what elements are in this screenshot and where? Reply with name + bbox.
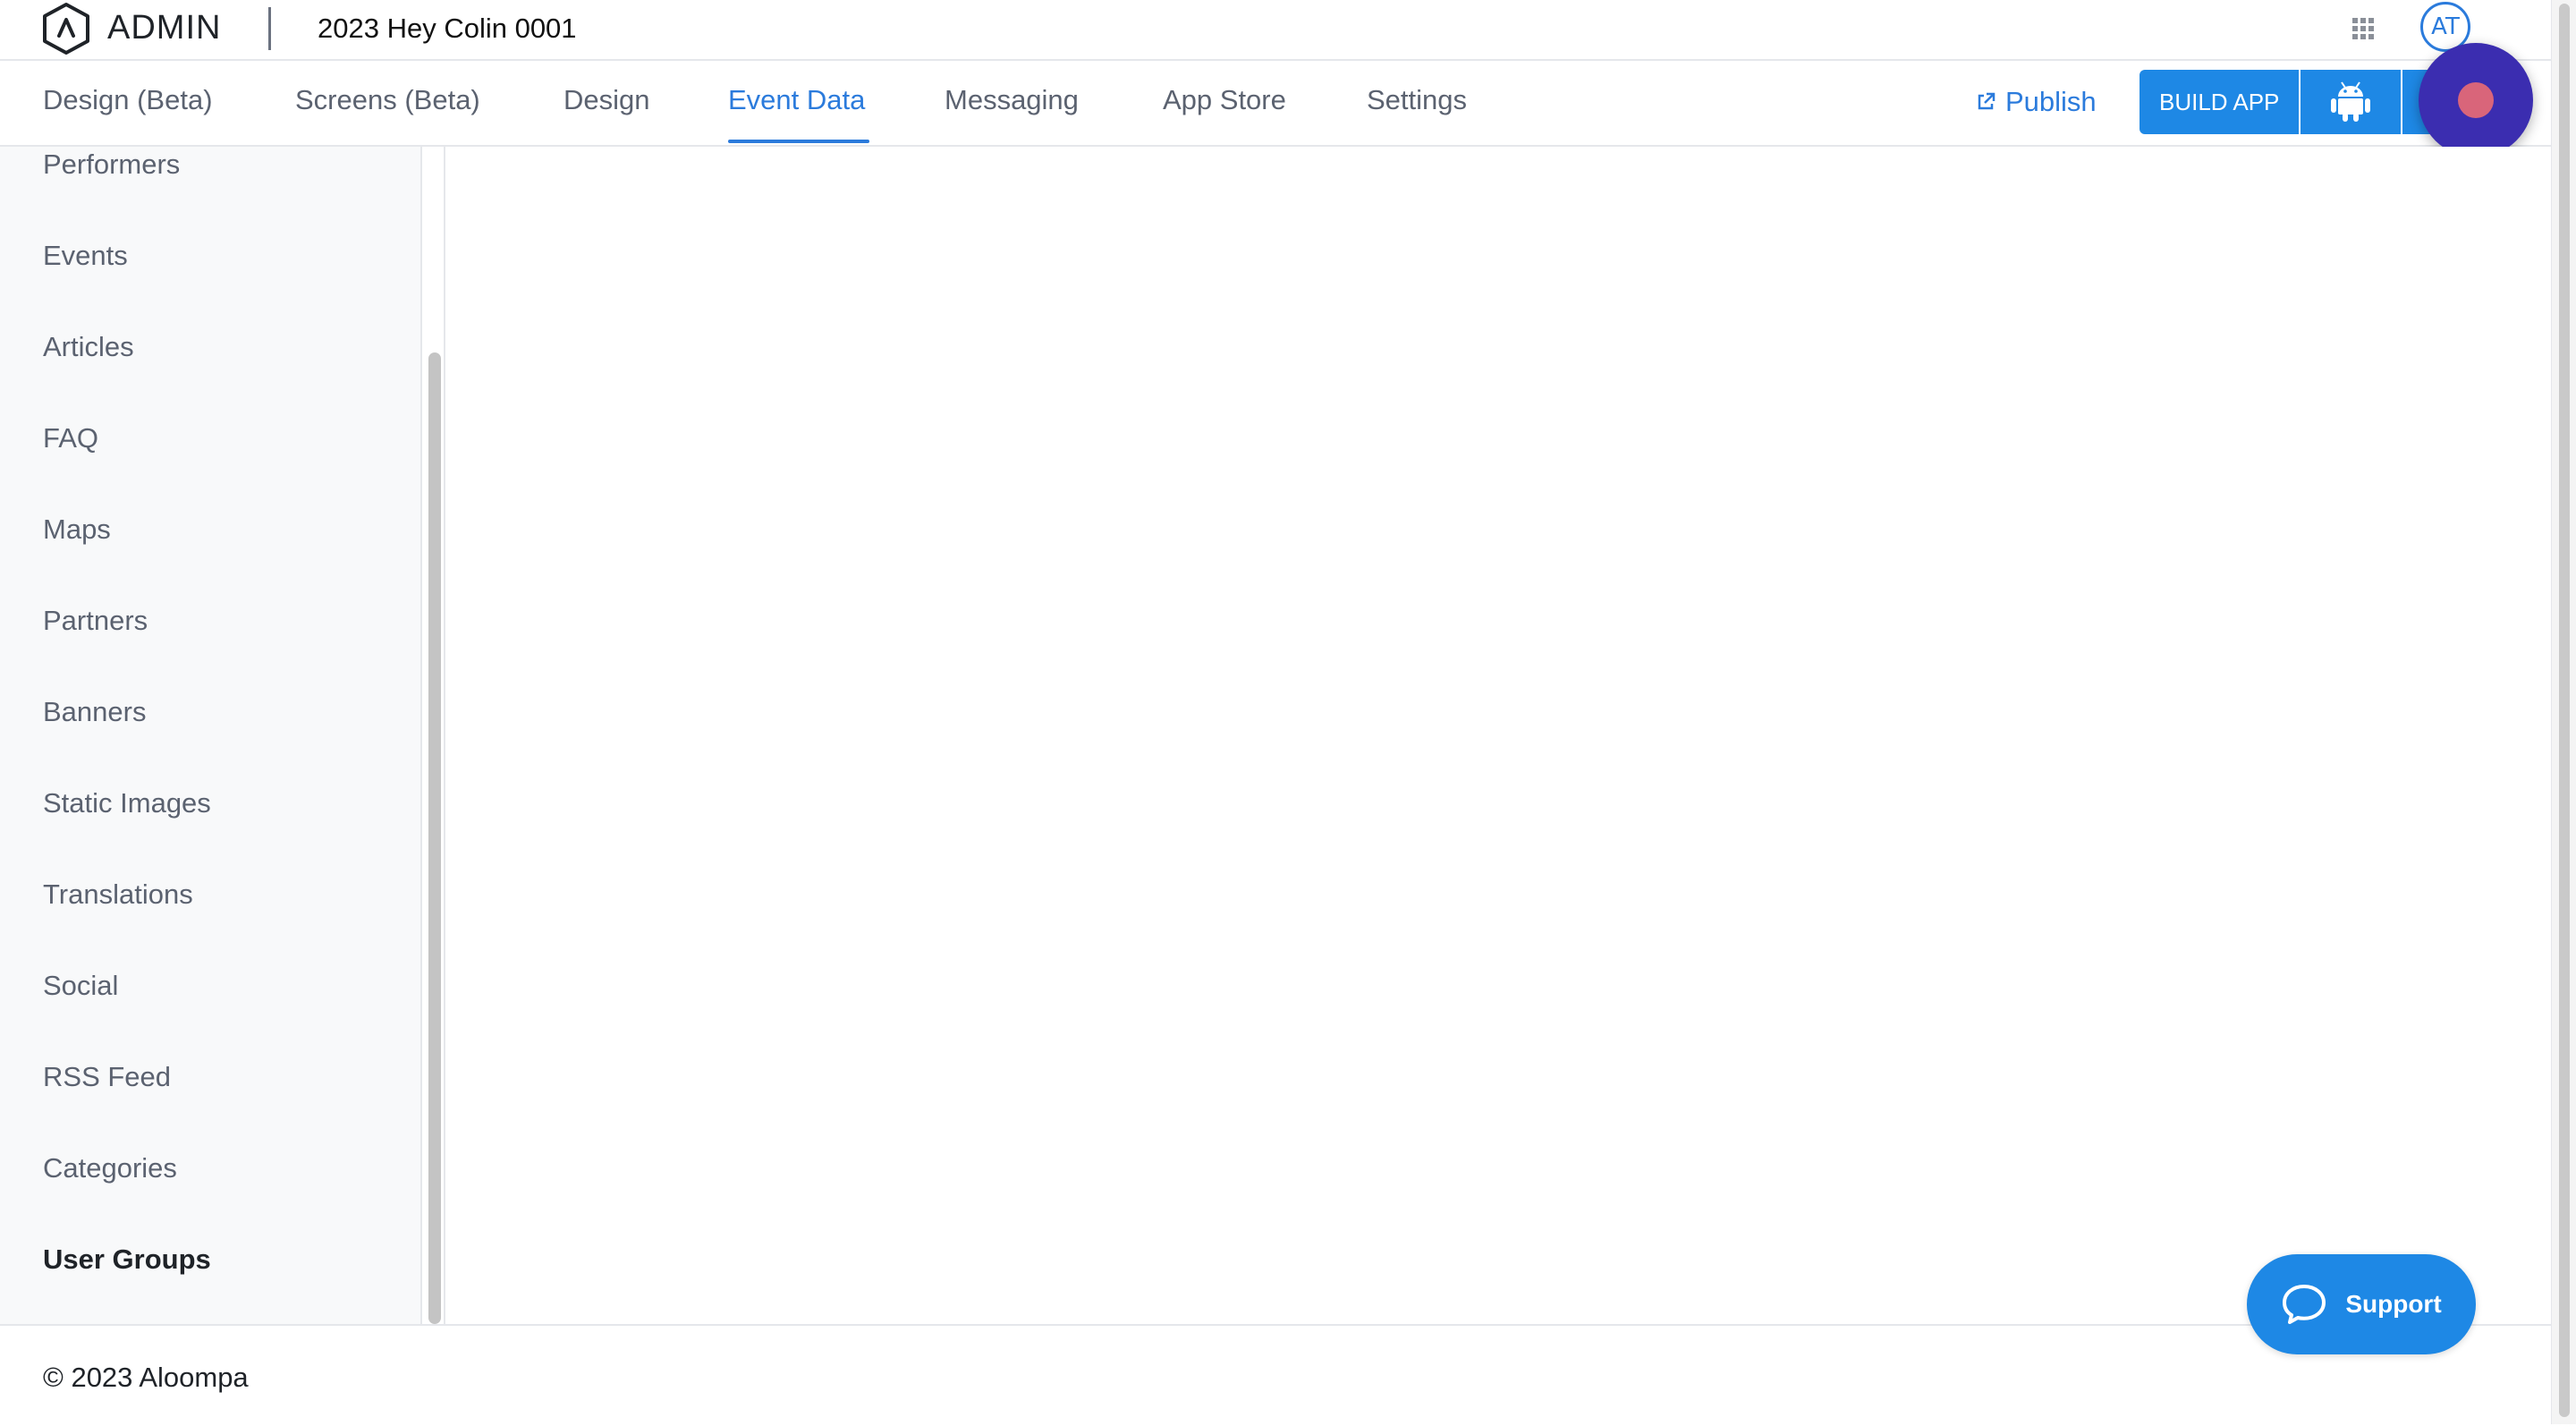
tab-settings[interactable]: Settings xyxy=(1367,84,1467,116)
tab-messaging[interactable]: Messaging xyxy=(945,84,1079,116)
tab-event-data[interactable]: Event Data xyxy=(728,84,865,116)
record-icon xyxy=(2458,82,2494,118)
page-scrollbar[interactable] xyxy=(2551,0,2576,1424)
brand-name: ADMIN xyxy=(107,9,222,47)
hex-logo-icon[interactable] xyxy=(39,2,93,55)
android-icon xyxy=(2331,81,2371,122)
record-button[interactable] xyxy=(2419,43,2533,157)
active-tab-indicator xyxy=(728,140,869,143)
support-label: Support xyxy=(2345,1290,2442,1318)
build-android-button[interactable] xyxy=(2301,70,2402,134)
top-bar: ADMIN 2023 Hey Colin 0001 AT xyxy=(0,0,2551,61)
sidebar-item-translations[interactable]: Translations xyxy=(43,879,193,911)
support-button[interactable]: Support xyxy=(2247,1254,2476,1354)
build-app-button[interactable]: BUILD APP xyxy=(2140,70,2300,134)
publish-label: Publish xyxy=(2005,86,2097,117)
sidebar-item-user-groups[interactable]: User Groups xyxy=(43,1244,211,1276)
tab-design-beta[interactable]: Design (Beta) xyxy=(43,84,213,116)
footer: © 2023 Aloompa xyxy=(0,1324,2551,1426)
main-content xyxy=(445,147,2551,1324)
sidebar-item-articles[interactable]: Articles xyxy=(43,331,134,363)
sidebar-item-maps[interactable]: Maps xyxy=(43,514,111,546)
sidebar-item-static-images[interactable]: Static Images xyxy=(43,787,211,819)
apps-grid-icon[interactable] xyxy=(2351,16,2376,41)
sidebar-item-categories[interactable]: Categories xyxy=(43,1152,177,1184)
sidebar-item-social[interactable]: Social xyxy=(43,970,118,1002)
sidebar-item-faq[interactable]: FAQ xyxy=(43,422,98,454)
sidebar-item-performers[interactable]: Performers xyxy=(43,149,180,181)
publish-link[interactable]: Publish xyxy=(1975,86,2097,118)
copyright-text: © 2023 Aloompa xyxy=(43,1362,249,1393)
sidebar: Performers Events Articles FAQ Maps Part… xyxy=(0,147,422,1324)
project-title: 2023 Hey Colin 0001 xyxy=(318,13,577,44)
sidebar-item-banners[interactable]: Banners xyxy=(43,696,146,728)
tab-screens-beta[interactable]: Screens (Beta) xyxy=(295,84,480,116)
sidebar-scrollbar-thumb[interactable] xyxy=(428,352,441,1324)
chat-bubble-icon xyxy=(2283,1285,2326,1324)
tab-design[interactable]: Design xyxy=(564,84,650,116)
brand-divider xyxy=(268,7,271,50)
main-nav: Design (Beta) Screens (Beta) Design Even… xyxy=(0,61,2551,147)
external-link-icon xyxy=(1978,92,1996,110)
tab-app-store[interactable]: App Store xyxy=(1163,84,1286,116)
sidebar-item-rss-feed[interactable]: RSS Feed xyxy=(43,1061,171,1093)
page-scrollbar-thumb[interactable] xyxy=(2559,4,2570,1417)
sidebar-scrollbar[interactable] xyxy=(424,147,445,1324)
sidebar-item-partners[interactable]: Partners xyxy=(43,605,148,637)
sidebar-item-events[interactable]: Events xyxy=(43,240,128,272)
